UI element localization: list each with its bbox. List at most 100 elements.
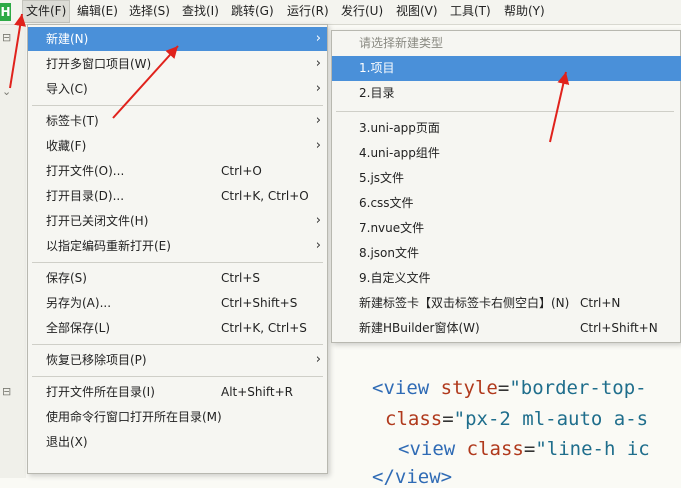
fold-icon[interactable]: ⊟ — [2, 385, 11, 398]
menu-item-label: 打开文件所在目录(I) — [46, 385, 155, 399]
file-menu-item[interactable]: 打开文件(O)... Ctrl+O — [28, 159, 327, 183]
menu-item-shortcut: Ctrl+Shift+N — [580, 321, 658, 335]
submenu-item[interactable]: 6.css文件 — [332, 191, 681, 216]
menu-item-label: 新建(N) — [46, 32, 89, 46]
chevron-right-icon: › — [315, 213, 321, 228]
submenu-item[interactable]: 新建标签卡【双击标签卡右侧空白】(N) Ctrl+N — [332, 291, 681, 316]
code-eq: = — [497, 377, 510, 399]
chevron-right-icon: › — [315, 352, 321, 367]
code-tag: </view> — [372, 466, 453, 488]
menubar-item[interactable]: 视图(V) — [395, 0, 439, 23]
menu-item-shortcut: Ctrl+N — [580, 296, 621, 310]
menu-item-label: 保存(S) — [46, 271, 87, 285]
menu-item-label: 8.json文件 — [359, 246, 419, 260]
menu-separator — [336, 111, 674, 112]
file-menu-item[interactable]: 收藏(F) › — [28, 134, 327, 158]
menu-item-label: 恢复已移除项目(P) — [46, 353, 147, 367]
submenu-item[interactable]: 7.nvue文件 — [332, 216, 681, 241]
menubar-item[interactable]: 跳转(G) — [230, 0, 275, 23]
code-tag: <view — [372, 377, 430, 399]
code-line-1[interactable]: <view style="border-top- — [372, 377, 647, 399]
menubar-item[interactable]: 查找(I) — [181, 0, 220, 23]
file-menu-item[interactable]: 另存为(A)... Ctrl+Shift+S — [28, 291, 327, 315]
file-menu-item[interactable]: 使用命令行窗口打开所在目录(M) — [28, 405, 327, 429]
code-line-4[interactable]: </view> — [372, 466, 452, 488]
menu-item-label: 收藏(F) — [46, 139, 87, 153]
submenu-header: 请选择新建类型 — [332, 31, 681, 56]
menu-item-label: 导入(C) — [46, 82, 88, 96]
menu-item-label: 以指定编码重新打开(E) — [46, 239, 171, 253]
menu-item-shortcut: Ctrl+S — [221, 271, 261, 285]
menu-item-label: 7.nvue文件 — [359, 221, 425, 235]
chevron-right-icon: › — [315, 238, 321, 253]
submenu-item[interactable]: 8.json文件 — [332, 241, 681, 266]
code-line-2[interactable]: class="px-2 ml-auto a-s — [385, 408, 648, 430]
chevron-right-icon: › — [315, 138, 321, 153]
menubar-item[interactable]: 编辑(E) — [76, 0, 119, 23]
menubar-item[interactable]: 选择(S) — [128, 0, 171, 23]
fold-icon[interactable]: ⊟ — [2, 31, 11, 44]
new-submenu: 请选择新建类型 1.项目 2.目录 3.uni-app页面 4.uni-app组件 5.j… — [331, 30, 681, 343]
file-menu-item[interactable]: 新建(N) › — [28, 27, 327, 51]
code-string: "px-2 ml-auto a-s — [453, 408, 649, 430]
menu-item-label: 退出(X) — [46, 435, 88, 449]
file-menu-item[interactable]: 退出(X) — [28, 430, 327, 454]
file-menu-item[interactable]: 导入(C) › — [28, 77, 327, 101]
editor-gutter: ⊟ ⌄ ⊟ — [0, 25, 26, 478]
menu-separator — [32, 262, 323, 263]
code-string: "border-top- — [509, 377, 647, 399]
app-logo-icon: H — [0, 3, 11, 21]
file-menu-item[interactable]: 以指定编码重新打开(E) › — [28, 234, 327, 258]
file-menu-item[interactable]: 恢复已移除项目(P) › — [28, 348, 327, 372]
file-menu-item[interactable]: 打开已关闭文件(H) › — [28, 209, 327, 233]
submenu-item[interactable]: 9.自定义文件 — [332, 266, 681, 291]
menu-item-label: 新建HBuilder窗体(W) — [359, 321, 480, 335]
submenu-item[interactable]: 2.目录 — [332, 81, 681, 106]
menu-item-shortcut: Ctrl+Shift+S — [221, 296, 298, 310]
code-eq: = — [523, 438, 536, 460]
code-attr: style — [440, 377, 498, 399]
menubar-item[interactable]: 发行(U) — [340, 0, 384, 23]
fold-chevron-icon[interactable]: ⌄ — [2, 85, 11, 98]
menu-item-label: 3.uni-app页面 — [359, 121, 440, 135]
menu-separator — [32, 344, 323, 345]
file-menu-item[interactable]: 全部保存(L) Ctrl+K, Ctrl+S — [28, 316, 327, 340]
menu-item-label: 9.自定义文件 — [359, 271, 431, 285]
submenu-item[interactable]: 新建HBuilder窗体(W) Ctrl+Shift+N — [332, 316, 681, 341]
chevron-right-icon: › — [315, 31, 321, 46]
file-menu-item[interactable]: 保存(S) Ctrl+S — [28, 266, 327, 290]
menu-item-shortcut: Alt+Shift+R — [221, 385, 293, 399]
file-menu-item[interactable]: 打开目录(D)... Ctrl+K, Ctrl+O — [28, 184, 327, 208]
menu-separator — [32, 105, 323, 106]
menu-item-shortcut: Ctrl+O — [221, 164, 262, 178]
submenu-item[interactable]: 5.js文件 — [332, 166, 681, 191]
code-line-3[interactable]: <view class="line-h ic — [398, 438, 650, 460]
code-string: "line-h ic — [535, 438, 650, 460]
file-menu-item[interactable]: 打开文件所在目录(I) Alt+Shift+R — [28, 380, 327, 404]
code-attr: class — [385, 408, 443, 430]
chevron-right-icon: › — [315, 56, 321, 71]
chevron-right-icon: › — [315, 113, 321, 128]
menubar-item[interactable]: 文件(F) — [22, 0, 71, 23]
menu-bar: H 文件(F) 编辑(E) 选择(S) 查找(I) 跳转(G) 运行(R) 发行(U) 视图(… — [0, 0, 681, 25]
code-attr: class — [466, 438, 524, 460]
file-menu-item[interactable]: 打开多窗口项目(W) › — [28, 52, 327, 76]
menubar-item[interactable]: 帮助(Y) — [503, 0, 546, 23]
menubar-item[interactable]: 运行(R) — [286, 0, 330, 23]
code-tag: <view — [398, 438, 456, 460]
menu-item-label: 另存为(A)... — [46, 296, 112, 310]
chevron-right-icon: › — [315, 81, 321, 96]
menu-item-label: 6.css文件 — [359, 196, 414, 210]
file-menu-item[interactable]: 标签卡(T) › — [28, 109, 327, 133]
code-eq: = — [442, 408, 454, 430]
menu-item-label: 打开多窗口项目(W) — [46, 57, 152, 71]
menu-item-label: 请选择新建类型 — [359, 36, 444, 50]
submenu-item[interactable]: 1.项目 — [332, 56, 681, 81]
menu-item-label: 新建标签卡【双击标签卡右侧空白】(N) — [359, 296, 570, 310]
submenu-item[interactable]: 4.uni-app组件 — [332, 141, 681, 166]
menu-item-label: 打开已关闭文件(H) — [46, 214, 149, 228]
submenu-item[interactable]: 3.uni-app页面 — [332, 116, 681, 141]
file-menu-dropdown: 新建(N) › 打开多窗口项目(W) › 导入(C) › 标签卡(T) › 收藏(F) › 打开文件… — [27, 24, 328, 474]
menu-separator — [32, 376, 323, 377]
menubar-item[interactable]: 工具(T) — [449, 0, 492, 23]
